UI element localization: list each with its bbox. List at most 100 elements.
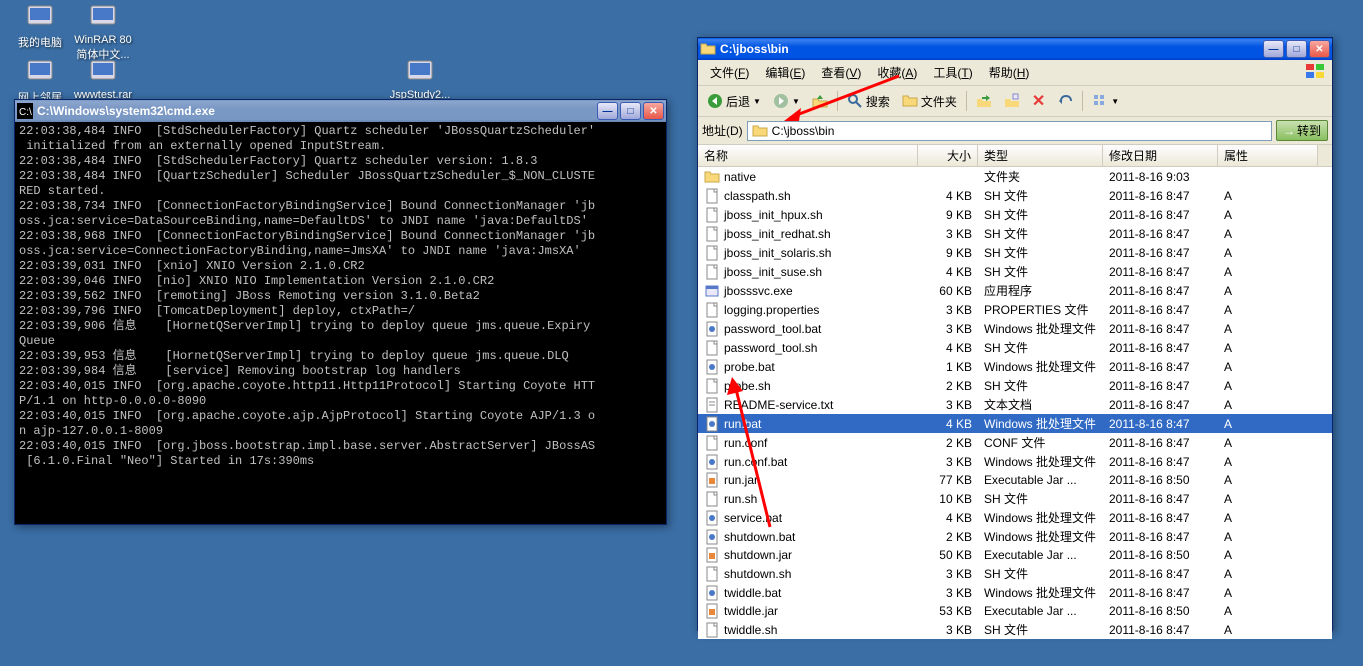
file-type: 文件夹 [978, 168, 1103, 185]
address-input[interactable]: C:\jboss\bin [747, 121, 1272, 141]
menu-h[interactable]: 帮助(H) [981, 62, 1038, 83]
search-button[interactable]: 搜索 [842, 90, 895, 113]
desktop-icon-winrar[interactable]: WinRAR 80简体中文... [68, 0, 138, 62]
minimize-button[interactable]: — [1263, 40, 1284, 58]
col-name[interactable]: 名称 [698, 145, 918, 166]
desktop-icon-mycomputer[interactable]: 我的电脑 [5, 0, 75, 50]
desktop-icon-rar[interactable]: wwwtest.rar [68, 55, 138, 101]
bat-icon [704, 454, 720, 470]
up-button[interactable] [807, 90, 833, 112]
menu-v[interactable]: 查看(V) [813, 62, 869, 83]
cmd-window[interactable]: C:\ C:\Windows\system32\cmd.exe — □ ✕ 22… [14, 99, 667, 525]
cmd-title: C:\Windows\system32\cmd.exe [37, 104, 597, 118]
file-type: Windows 批处理文件 [978, 320, 1103, 337]
dropdown-icon: ▼ [792, 97, 800, 106]
txt-icon [704, 397, 720, 413]
desktop-icon-network[interactable]: 网上邻居 [5, 55, 75, 105]
file-row[interactable]: jboss_init_suse.sh 4 KB SH 文件 2011-8-16 … [698, 262, 1332, 281]
file-name: probe.bat [724, 360, 775, 374]
file-row[interactable]: twiddle.sh 3 KB SH 文件 2011-8-16 8:47 A [698, 620, 1332, 639]
file-row[interactable]: classpath.sh 4 KB SH 文件 2011-8-16 8:47 A [698, 186, 1332, 205]
file-name: run.sh [724, 492, 757, 506]
menu-e[interactable]: 编辑(E) [757, 62, 813, 83]
separator [1082, 91, 1083, 111]
file-row[interactable]: probe.bat 1 KB Windows 批处理文件 2011-8-16 8… [698, 357, 1332, 376]
file-date: 2011-8-16 8:47 [1103, 398, 1218, 412]
file-row[interactable]: run.conf.bat 3 KB Windows 批处理文件 2011-8-1… [698, 452, 1332, 471]
file-type: Windows 批处理文件 [978, 509, 1103, 526]
views-button[interactable]: ▼ [1087, 90, 1124, 112]
file-row[interactable]: run.jar 77 KB Executable Jar ... 2011-8-… [698, 471, 1332, 489]
file-size: 53 KB [918, 604, 978, 618]
file-row[interactable]: jboss_init_redhat.sh 3 KB SH 文件 2011-8-1… [698, 224, 1332, 243]
file-name: run.conf [724, 436, 767, 450]
file-attr: A [1218, 417, 1318, 431]
menu-a[interactable]: 收藏(A) [869, 62, 925, 83]
file-date: 2011-8-16 8:47 [1103, 436, 1218, 450]
file-row[interactable]: jbosssvc.exe 60 KB 应用程序 2011-8-16 8:47 A [698, 281, 1332, 300]
file-row[interactable]: probe.sh 2 KB SH 文件 2011-8-16 8:47 A [698, 376, 1332, 395]
separator [966, 91, 967, 111]
col-date[interactable]: 修改日期 [1103, 145, 1218, 166]
file-row[interactable]: twiddle.jar 53 KB Executable Jar ... 201… [698, 602, 1332, 620]
file-list[interactable]: native 文件夹 2011-8-16 9:03 classpath.sh 4… [698, 167, 1332, 639]
search-label: 搜索 [866, 93, 890, 110]
go-button[interactable]: → 转到 [1276, 120, 1328, 141]
explorer-window[interactable]: C:\jboss\bin — □ ✕ 文件(F)编辑(E)查看(V)收藏(A)工… [697, 37, 1333, 631]
file-size: 3 KB [918, 398, 978, 412]
file-row[interactable]: logging.properties 3 KB PROPERTIES 文件 20… [698, 300, 1332, 319]
file-row[interactable]: shutdown.sh 3 KB SH 文件 2011-8-16 8:47 A [698, 564, 1332, 583]
file-name: probe.sh [724, 379, 771, 393]
folder-icon [700, 41, 716, 57]
dropdown-icon: ▼ [753, 97, 761, 106]
close-button[interactable]: ✕ [1309, 40, 1330, 58]
copyto-button[interactable] [999, 90, 1025, 112]
file-row[interactable]: twiddle.bat 3 KB Windows 批处理文件 2011-8-16… [698, 583, 1332, 602]
file-date: 2011-8-16 9:03 [1103, 170, 1218, 184]
explorer-titlebar[interactable]: C:\jboss\bin — □ ✕ [698, 38, 1332, 60]
file-row[interactable]: shutdown.jar 50 KB Executable Jar ... 20… [698, 546, 1332, 564]
close-button[interactable]: ✕ [643, 102, 664, 120]
file-row[interactable]: password_tool.sh 4 KB SH 文件 2011-8-16 8:… [698, 338, 1332, 357]
file-size: 77 KB [918, 473, 978, 487]
file-size: 3 KB [918, 227, 978, 241]
file-row[interactable]: README-service.txt 3 KB 文本文档 2011-8-16 8… [698, 395, 1332, 414]
file-name: twiddle.sh [724, 623, 777, 637]
file-row[interactable]: shutdown.bat 2 KB Windows 批处理文件 2011-8-1… [698, 527, 1332, 546]
maximize-button[interactable]: □ [1286, 40, 1307, 58]
file-row[interactable]: jboss_init_hpux.sh 9 KB SH 文件 2011-8-16 … [698, 205, 1332, 224]
forward-button[interactable]: ▼ [768, 90, 805, 112]
back-button[interactable]: 后退 ▼ [702, 90, 766, 113]
cmd-titlebar[interactable]: C:\ C:\Windows\system32\cmd.exe — □ ✕ [15, 100, 666, 122]
file-date: 2011-8-16 8:50 [1103, 548, 1218, 562]
file-type: SH 文件 [978, 244, 1103, 261]
col-type[interactable]: 类型 [978, 145, 1103, 166]
file-date: 2011-8-16 8:50 [1103, 473, 1218, 487]
address-value: C:\jboss\bin [772, 124, 835, 138]
desktop-icon-app[interactable]: JspStudy2... [385, 55, 455, 101]
file-date: 2011-8-16 8:47 [1103, 455, 1218, 469]
file-row[interactable]: native 文件夹 2011-8-16 9:03 [698, 167, 1332, 186]
undo-button[interactable] [1052, 90, 1078, 112]
file-icon [704, 264, 720, 280]
folders-button[interactable]: 文件夹 [897, 90, 962, 113]
file-name: jboss_init_redhat.sh [724, 227, 831, 241]
file-row[interactable]: password_tool.bat 3 KB Windows 批处理文件 201… [698, 319, 1332, 338]
menu-t[interactable]: 工具(T) [925, 62, 980, 83]
file-row[interactable]: run.conf 2 KB CONF 文件 2011-8-16 8:47 A [698, 433, 1332, 452]
file-attr: A [1218, 567, 1318, 581]
col-attr[interactable]: 属性 [1218, 145, 1318, 166]
back-label: 后退 [726, 93, 750, 110]
menu-f[interactable]: 文件(F) [702, 62, 757, 83]
file-row[interactable]: run.sh 10 KB SH 文件 2011-8-16 8:47 A [698, 489, 1332, 508]
delete-button[interactable]: ✕ [1027, 88, 1050, 114]
jar-icon [704, 472, 720, 488]
moveto-button[interactable] [971, 90, 997, 112]
file-row[interactable]: run.bat 4 KB Windows 批处理文件 2011-8-16 8:4… [698, 414, 1332, 433]
file-row[interactable]: service.bat 4 KB Windows 批处理文件 2011-8-16… [698, 508, 1332, 527]
minimize-button[interactable]: — [597, 102, 618, 120]
maximize-button[interactable]: □ [620, 102, 641, 120]
file-date: 2011-8-16 8:47 [1103, 379, 1218, 393]
col-size[interactable]: 大小 [918, 145, 978, 166]
file-row[interactable]: jboss_init_solaris.sh 9 KB SH 文件 2011-8-… [698, 243, 1332, 262]
